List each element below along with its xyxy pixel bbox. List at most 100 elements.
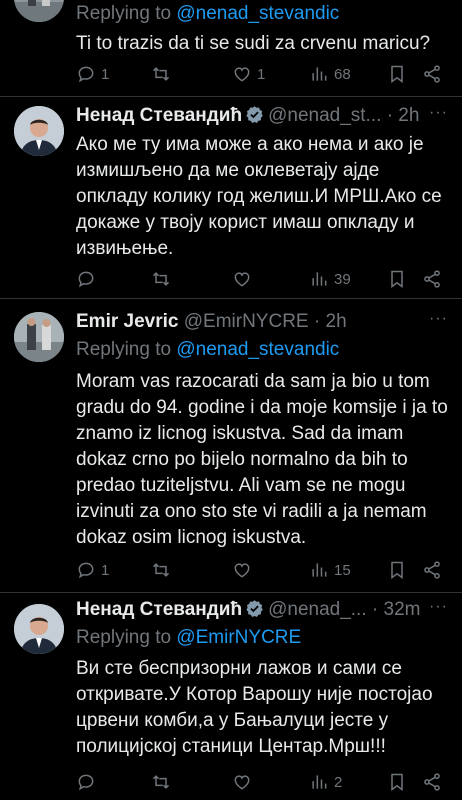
more-icon[interactable]: ··· — [429, 598, 448, 616]
avatar[interactable] — [14, 604, 64, 654]
tweet-text: Ti to trazis da ti se sudi za crvenu mar… — [76, 33, 431, 54]
reply-icon — [76, 772, 96, 792]
views-button[interactable]: 15 — [309, 560, 351, 580]
replying-label: Replying to — [76, 3, 172, 24]
author-name[interactable]: Ненад Стевандић — [76, 599, 242, 620]
retweet-button[interactable] — [151, 560, 171, 580]
bookmark-icon — [387, 64, 407, 84]
replying-to: Replying to @nenad_stevandic — [76, 338, 339, 362]
tweet-actions: 39 — [76, 269, 448, 291]
like-icon — [232, 772, 252, 792]
tweet[interactable]: Ненад Стевандић @nenad_... · 32m ··· Repl… — [0, 598, 462, 800]
views-icon — [309, 64, 329, 84]
replying-label: Replying to — [76, 339, 172, 360]
retweet-button[interactable] — [151, 64, 171, 84]
reply-button[interactable] — [76, 269, 96, 289]
replying-to: Replying to @EmirNYCRE — [76, 626, 301, 650]
share-icon — [422, 772, 442, 792]
retweet-button[interactable] — [151, 772, 171, 792]
author-handle[interactable]: @EmirNYCRE — [184, 311, 309, 332]
tweet-actions: 1 1 68 — [76, 64, 448, 86]
reply-button[interactable]: 1 — [76, 560, 109, 580]
verified-badge-icon — [245, 105, 264, 124]
share-icon — [422, 64, 442, 84]
verified-badge-icon — [245, 599, 264, 618]
like-count: 1 — [257, 65, 266, 83]
divider — [0, 96, 462, 97]
share-button[interactable] — [422, 269, 442, 289]
replying-label: Replying to — [76, 627, 172, 648]
like-icon — [232, 269, 252, 289]
tweet[interactable]: Emir Jevric @EmirNYCRE · 2h ··· Replying… — [0, 310, 462, 585]
bookmark-button[interactable] — [387, 64, 407, 84]
more-icon[interactable]: ··· — [429, 310, 448, 328]
timestamp[interactable]: · 32m — [372, 599, 421, 620]
tweet-header: Emir Jevric @EmirNYCRE · 2h — [76, 310, 448, 334]
reply-to-link[interactable]: @EmirNYCRE — [176, 627, 301, 648]
replying-to: Replying to @nenad_stevandic — [76, 2, 339, 26]
divider — [0, 298, 462, 299]
views-icon — [309, 269, 329, 289]
retweet-icon — [151, 64, 171, 84]
timestamp[interactable]: · 2h — [314, 311, 347, 332]
views-button[interactable]: 68 — [309, 64, 351, 84]
views-count: 2 — [334, 773, 343, 791]
tweet-text: Moram vas razocarati da sam ja bio u tom… — [76, 371, 448, 548]
bookmark-button[interactable] — [387, 269, 407, 289]
bookmark-button[interactable] — [387, 772, 407, 792]
like-button[interactable] — [232, 269, 252, 289]
share-button[interactable] — [422, 64, 442, 84]
avatar[interactable] — [14, 106, 64, 156]
retweet-icon — [151, 269, 171, 289]
bookmark-icon — [387, 772, 407, 792]
reply-icon — [76, 560, 96, 580]
author-handle[interactable]: @nenad_st... — [268, 105, 381, 126]
share-icon — [422, 269, 442, 289]
tweet-header: Ненад Стевандић @nenad_st... · 2h — [76, 104, 448, 128]
like-icon — [232, 64, 252, 84]
tweet-text: Ви сте беспризорни лажов и сами се откри… — [76, 658, 433, 757]
views-icon — [309, 560, 329, 580]
retweet-button[interactable] — [151, 269, 171, 289]
tweet-actions: 1 15 — [76, 560, 448, 582]
views-count: 39 — [334, 270, 351, 288]
reply-button[interactable] — [76, 772, 96, 792]
reply-icon — [76, 64, 96, 84]
reply-count: 1 — [101, 561, 110, 579]
share-button[interactable] — [422, 560, 442, 580]
like-button[interactable] — [232, 560, 252, 580]
views-icon — [309, 772, 329, 792]
tweet[interactable]: Ненад Стевандић @nenad_st... · 2h ··· Ако… — [0, 104, 462, 294]
views-count: 15 — [334, 561, 351, 579]
bookmark-button[interactable] — [387, 560, 407, 580]
avatar[interactable] — [14, 0, 64, 22]
tweet-actions: 2 — [76, 772, 448, 794]
tweet-header: Ненад Стевандић @nenad_... · 32m — [76, 598, 448, 622]
timestamp[interactable]: · 2h — [387, 105, 420, 126]
author-name[interactable]: Emir Jevric — [76, 311, 178, 332]
author-name[interactable]: Ненад Стевандић — [76, 105, 242, 126]
views-button[interactable]: 39 — [309, 269, 351, 289]
retweet-icon — [151, 560, 171, 580]
bookmark-icon — [387, 269, 407, 289]
reply-icon — [76, 269, 96, 289]
reply-count: 1 — [101, 65, 110, 83]
bookmark-icon — [387, 560, 407, 580]
more-icon[interactable]: ··· — [429, 104, 448, 122]
views-count: 68 — [334, 65, 351, 83]
like-button[interactable]: 1 — [232, 64, 265, 84]
avatar[interactable] — [14, 312, 64, 362]
divider — [0, 592, 462, 593]
tweet-text: Ако ме ту има може а ако нема и ако је и… — [76, 134, 442, 259]
views-button[interactable]: 2 — [309, 772, 342, 792]
reply-to-link[interactable]: @nenad_stevandic — [176, 339, 339, 360]
reply-button[interactable]: 1 — [76, 64, 109, 84]
share-button[interactable] — [422, 772, 442, 792]
tweet[interactable]: Replying to @nenad_stevandic Ti to trazi… — [0, 0, 462, 96]
like-icon — [232, 560, 252, 580]
share-icon — [422, 560, 442, 580]
reply-to-link[interactable]: @nenad_stevandic — [176, 3, 339, 24]
like-button[interactable] — [232, 772, 252, 792]
retweet-icon — [151, 772, 171, 792]
author-handle[interactable]: @nenad_... — [268, 599, 367, 620]
